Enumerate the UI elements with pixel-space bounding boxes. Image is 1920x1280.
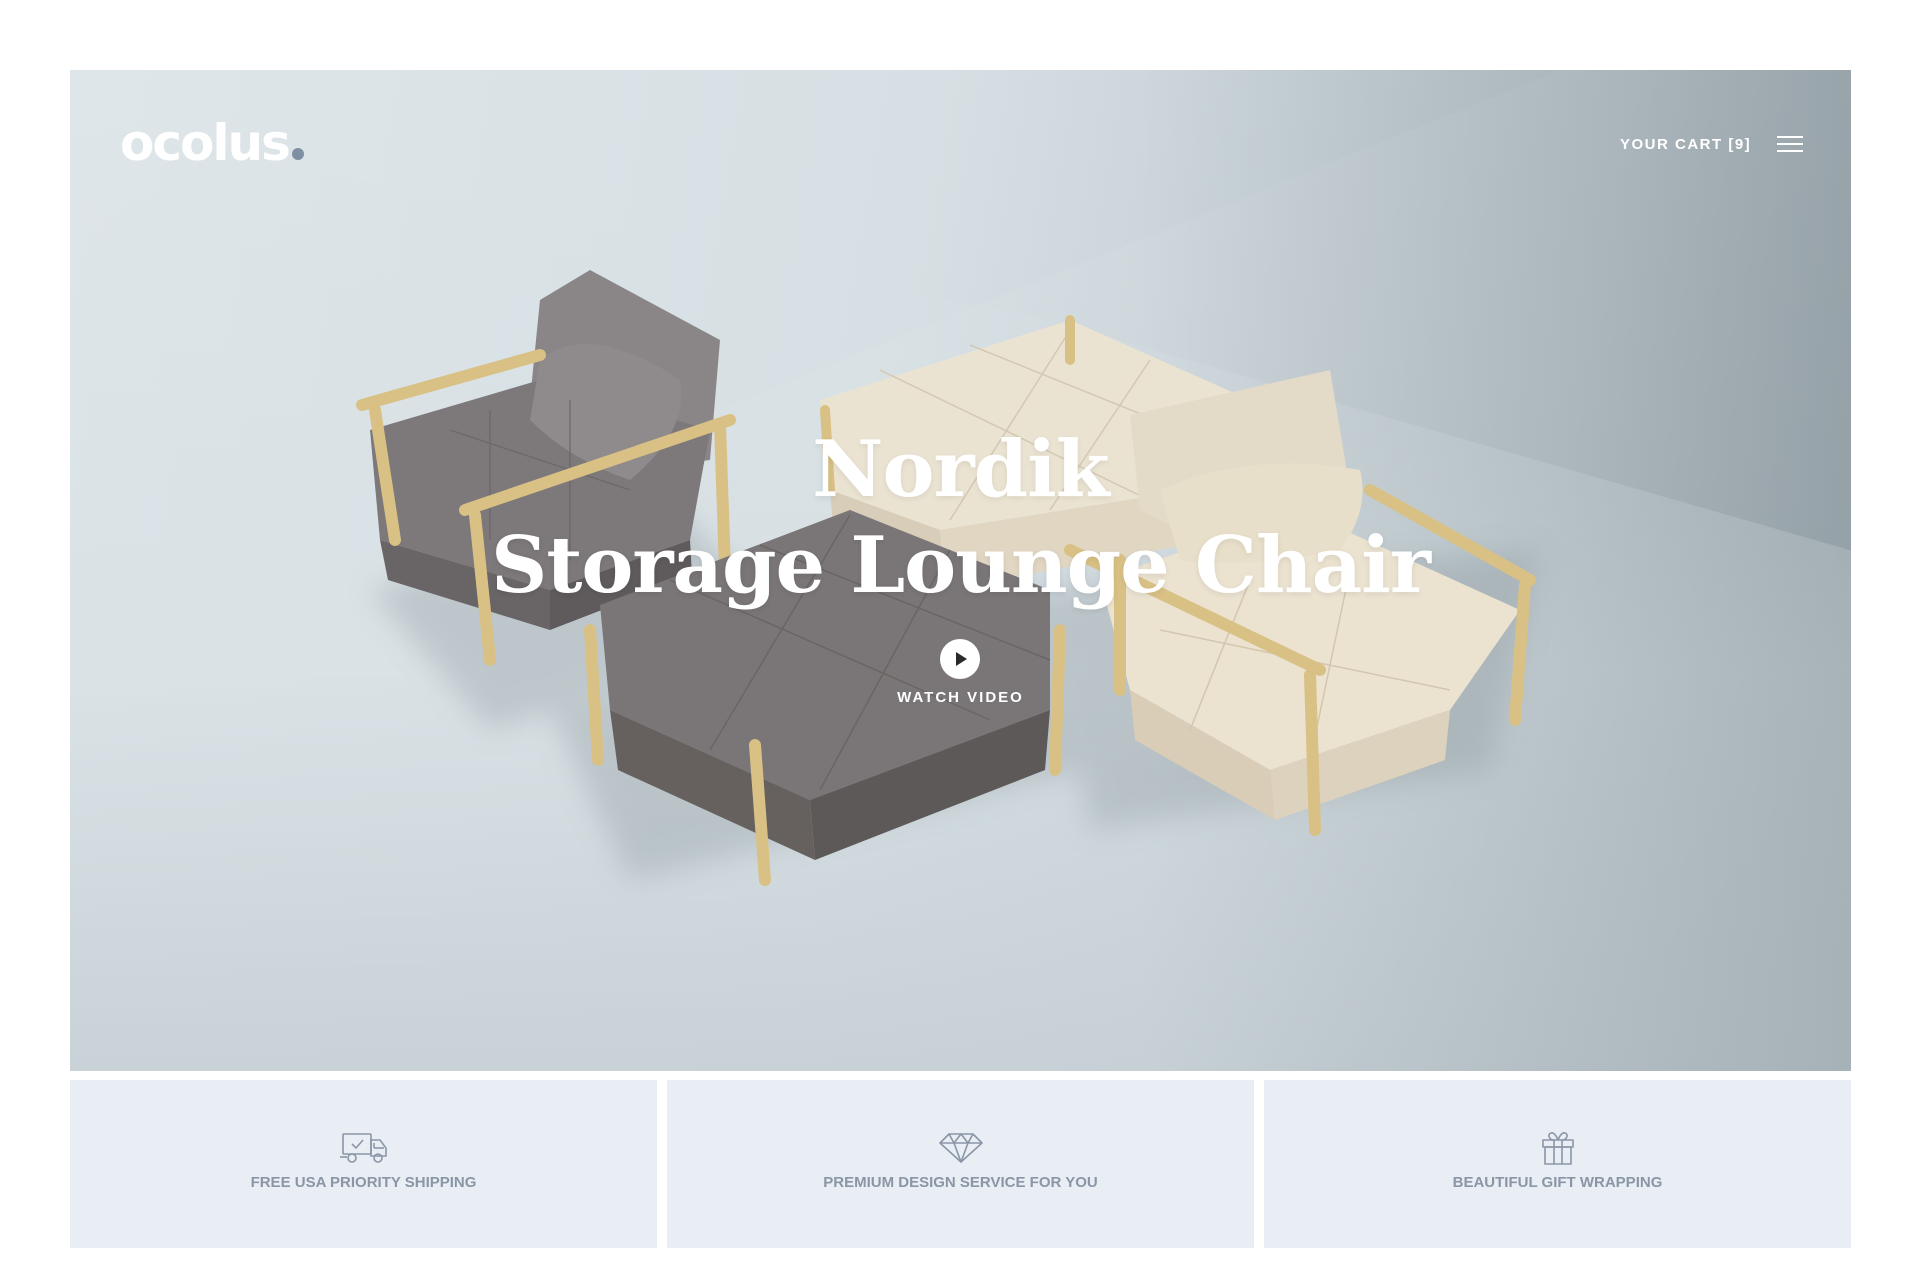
feature-gift-wrapping: BEAUTIFUL GIFT WRAPPING [1264,1080,1851,1248]
watch-video-link[interactable]: WATCH VIDEO [70,689,1851,706]
feature-shipping: FREE USA PRIORITY SHIPPING [70,1080,657,1248]
hero-title: Nordik Storage Lounge Chair [70,422,1851,614]
hero-banner: ocolus YOUR CART [9] Nordik Storage Loun… [70,70,1851,1071]
feature-design-label: PREMIUM DESIGN SERVICE FOR YOU [823,1174,1098,1191]
logo-dot-icon [291,148,304,160]
brand-logo[interactable]: ocolus [120,114,304,172]
feature-gift-label: BEAUTIFUL GIFT WRAPPING [1452,1174,1663,1191]
hamburger-menu-icon[interactable] [1777,134,1805,156]
cart-link[interactable]: YOUR CART [9] [1620,136,1751,153]
feature-design-service: PREMIUM DESIGN SERVICE FOR YOU [667,1080,1254,1248]
play-icon[interactable] [940,639,980,679]
delivery-truck-icon [339,1130,388,1166]
gift-icon [1541,1130,1575,1166]
feature-shipping-label: FREE USA PRIORITY SHIPPING [250,1174,477,1191]
hero-title-line2: Storage Lounge Chair [490,520,1431,611]
hero-title-line1: Nordik [812,424,1110,515]
brand-logo-text: ocolus [120,114,291,172]
features-bar: FREE USA PRIORITY SHIPPING PREMIUM DESIG… [70,1080,1851,1248]
diamond-icon [938,1130,984,1166]
